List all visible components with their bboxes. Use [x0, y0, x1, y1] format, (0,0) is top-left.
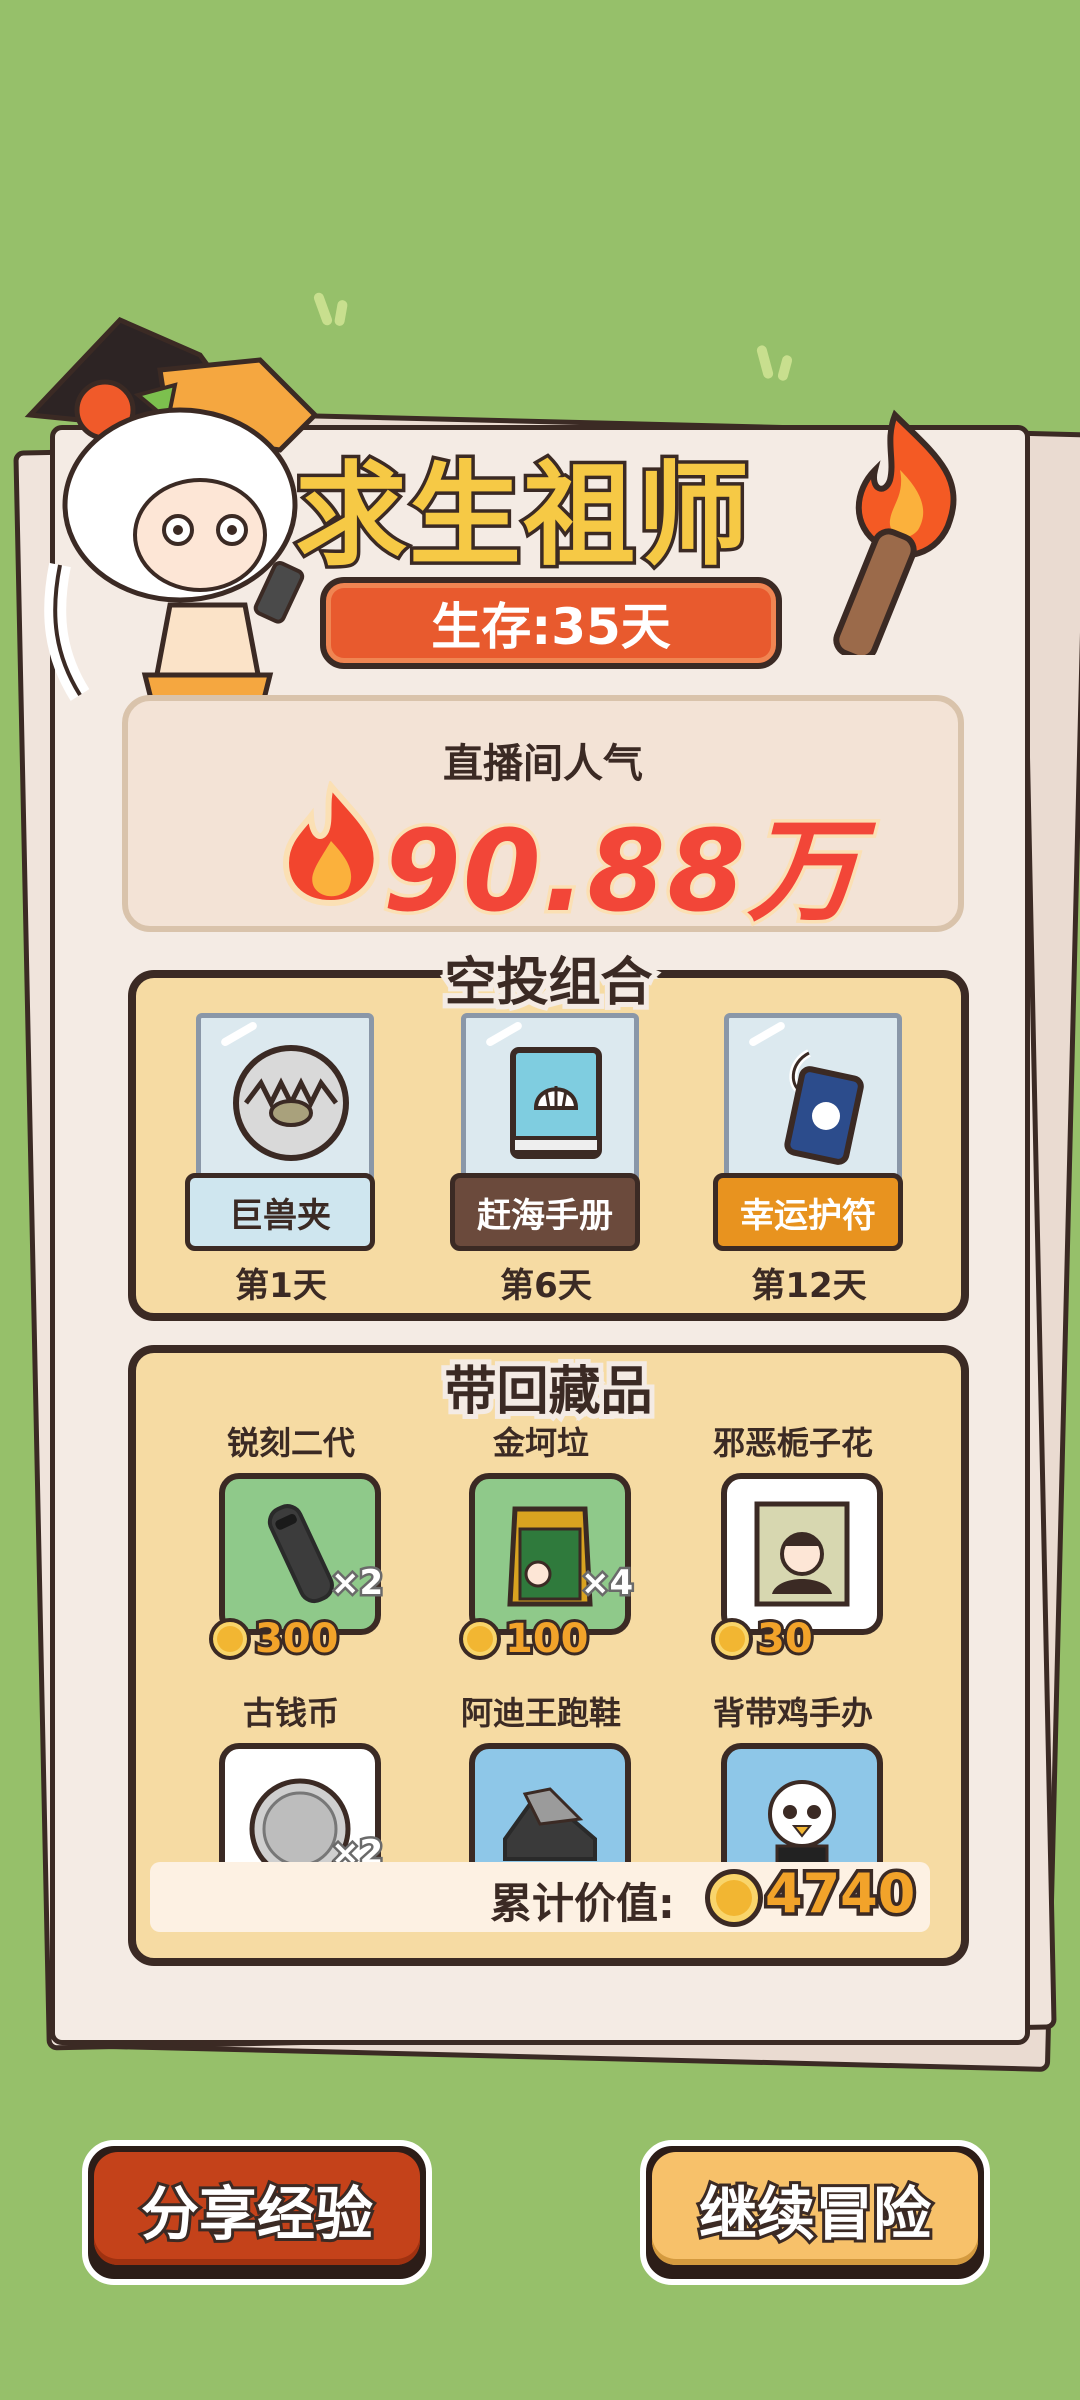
- continue-adventure-label: 继续冒险: [652, 2152, 978, 2265]
- collection-item-name: 古钱币: [242, 1694, 339, 1732]
- popularity-card: 直播间人气 90.88万: [122, 695, 964, 941]
- poster-card-icon: [754, 1501, 850, 1607]
- coin-icon: [705, 1869, 763, 1927]
- coin-icon: [459, 1618, 501, 1660]
- share-experience-button[interactable]: 分享经验: [82, 2140, 432, 2285]
- sparkle-decoration: [776, 354, 794, 382]
- coin-icon: [711, 1618, 753, 1660]
- airdrop-item-name: 赶海手册: [450, 1173, 640, 1251]
- popularity-value: 90.88万: [379, 804, 862, 941]
- torch-icon: [833, 409, 957, 655]
- continue-adventure-button[interactable]: 继续冒险: [640, 2140, 990, 2285]
- seashell-book-icon: [510, 1047, 602, 1159]
- collection-item-name: 金坷垃: [492, 1424, 589, 1462]
- collection-item-price: 100: [502, 1613, 591, 1665]
- witch-character-illustration: [24, 317, 319, 752]
- collection-item[interactable]: 邪恶栀子花 30: [683, 1418, 903, 1678]
- collection-item-name: 邪恶栀子花: [712, 1424, 873, 1462]
- collection-title: 带回藏品: [439, 1357, 657, 1427]
- collection-item-price: 300: [252, 1613, 341, 1665]
- airdrop-item-name: 幸运护符: [713, 1173, 903, 1251]
- airdrop-item-day: 第1天: [235, 1266, 327, 1306]
- fire-icon: [282, 781, 380, 906]
- bear-trap-icon: [233, 1045, 349, 1161]
- collection-item[interactable]: 锐刻二代 ×2 300: [181, 1418, 401, 1678]
- airdrop-combo-title: 空投组合: [439, 948, 657, 1018]
- share-experience-label: 分享经验: [94, 2152, 420, 2265]
- collection-item-name: 阿迪王跑鞋: [460, 1694, 621, 1732]
- airdrop-item-day: 第6天: [500, 1266, 592, 1306]
- collection-item-multiplier: ×4: [578, 1561, 635, 1606]
- total-value-bar: 累计价值: 4740: [150, 1859, 930, 1932]
- total-value-amount: 4740: [761, 1859, 918, 1929]
- luck-charm-icon: [784, 1049, 864, 1165]
- sparkle-decoration: [755, 344, 775, 380]
- sparkle-decoration: [333, 299, 349, 327]
- collection-item-price: 30: [754, 1613, 816, 1665]
- survival-days-badge: 生存:35天: [320, 577, 782, 669]
- collection-item-name: 锐刻二代: [226, 1424, 355, 1462]
- airdrop-combo-panel: 空投组合 巨兽夹 第1天 赶海手册 第6天 幸运护符 第12天: [128, 948, 969, 1321]
- airdrop-item-day: 第12天: [751, 1266, 867, 1306]
- airdrop-item[interactable]: 赶海手册 第6天: [450, 1013, 640, 1306]
- airdrop-item[interactable]: 巨兽夹 第1天: [185, 1013, 375, 1306]
- game-title: 求生祖师: [292, 448, 753, 585]
- collection-item[interactable]: 金坷垃 ×4 100: [431, 1418, 651, 1678]
- airdrop-item-name: 巨兽夹: [185, 1173, 375, 1251]
- coin-icon: [209, 1618, 251, 1660]
- collection-item-name: 背带鸡手办: [712, 1694, 873, 1732]
- total-value-label: 累计价值:: [490, 1879, 675, 1928]
- collection-item-multiplier: ×2: [328, 1561, 385, 1606]
- airdrop-item[interactable]: 幸运护符 第12天: [713, 1013, 903, 1306]
